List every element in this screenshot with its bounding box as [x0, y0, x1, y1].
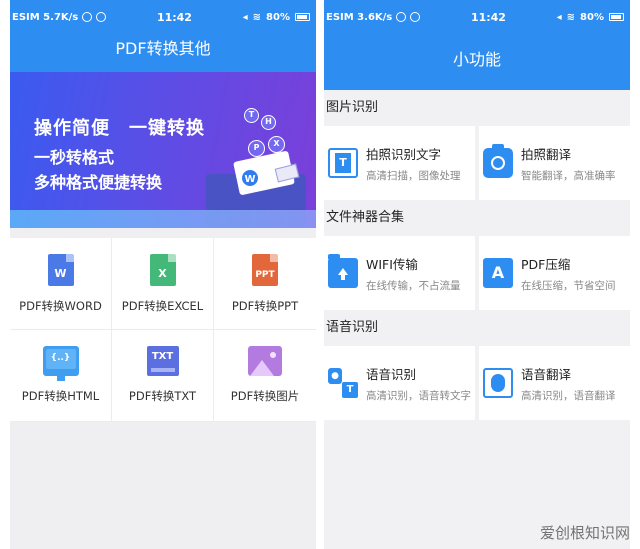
feature-desc: 高清识别，语音翻译 — [521, 389, 616, 402]
page-title: 小功能 — [452, 50, 501, 69]
header: ESIM 3.6K/s 11:42 ◂ ≋ 80% 小功能 — [324, 0, 630, 90]
battery-icon — [608, 13, 624, 21]
section-heading-voice-recognition: 语音识别 — [324, 310, 630, 346]
banner-line-3: 多种格式便捷转换 — [34, 173, 163, 192]
header: ESIM 5.7K/s 11:42 ◂ ≋ 80% PDF转换其他 — [10, 0, 316, 72]
banner-line-2: 一秒转格式 — [34, 148, 115, 167]
tool-pdf-to-word[interactable]: W PDF转换WORD — [10, 238, 112, 330]
feature-desc: 高清扫描，图像处理 — [366, 169, 461, 182]
mute-icon: ◂ — [242, 11, 248, 23]
word-badge-icon: W — [240, 168, 260, 188]
feature-desc: 在线压缩，节省空间 — [521, 279, 616, 292]
wifi-icon: ≋ — [566, 11, 576, 23]
carrier-speed: ESIM 5.7K/s — [12, 11, 79, 23]
section-image-recognition: T 拍照识别文字 高清扫描，图像处理 拍照翻译 智能翻译，高准确率 — [324, 126, 630, 200]
tool-grid: W PDF转换WORD X PDF转换EXCEL PPT PDF转换PPT {.… — [10, 238, 316, 422]
app-notification-icon — [396, 12, 407, 22]
banner-headline: 操作简便 一键转换 — [34, 118, 205, 139]
watermark: 爱创根知识网 — [539, 524, 630, 542]
tool-label: PDF转换WORD — [19, 299, 102, 313]
feature-name: 语音识别 — [366, 366, 417, 382]
photo-text-recognition-icon: T — [328, 148, 358, 178]
feature-name: 拍照翻译 — [521, 146, 572, 162]
status-time: 11:42 — [470, 10, 506, 24]
ppt-file-icon: PPT — [252, 254, 278, 286]
tool-label: PDF转换图片 — [230, 389, 300, 403]
promo-banner[interactable]: 操作简便 一键转换 一秒转格式 多种格式便捷转换 T H P X W — [10, 72, 316, 228]
feature-wifi-transfer[interactable]: WIFI传输 在线传输，不占流量 — [324, 236, 475, 310]
tool-label: PDF转换EXCEL — [121, 299, 204, 313]
microphone-icon — [483, 368, 513, 398]
divider — [10, 228, 316, 238]
feature-name: WIFI传输 — [366, 256, 418, 272]
app-notification-icon — [82, 12, 93, 22]
html-monitor-icon: {..} — [42, 346, 79, 381]
feature-voice-recognition[interactable]: ● T 语音识别 高清识别，语音转文字 — [324, 346, 475, 420]
tool-pdf-to-excel[interactable]: X PDF转换EXCEL — [112, 238, 214, 330]
section-voice-recognition: ● T 语音识别 高清识别，语音转文字 语音翻译 高清识别，语音翻译 — [324, 346, 630, 420]
feature-name: 拍照识别文字 — [366, 146, 442, 162]
tool-pdf-to-txt[interactable]: TXT PDF转换TXT — [112, 330, 214, 422]
wifi-icon: ≋ — [252, 11, 262, 23]
battery-percent: 80% — [580, 11, 604, 23]
pdf-icon: A — [483, 258, 513, 288]
feature-photo-translate[interactable]: 拍照翻译 智能翻译，高准确率 — [479, 126, 630, 200]
feature-name: PDF压缩 — [521, 256, 571, 272]
battery-icon — [294, 13, 310, 21]
excel-file-icon: X — [149, 254, 176, 286]
left-phone-screen: ESIM 5.7K/s 11:42 ◂ ≋ 80% PDF转换其他 操作简便 一… — [10, 0, 316, 549]
carrier-speed: ESIM 3.6K/s — [326, 11, 393, 23]
status-bar: ESIM 3.6K/s 11:42 ◂ ≋ 80% — [324, 0, 630, 34]
letter-h-bubble-icon: H — [261, 115, 276, 130]
tool-label: PDF转换TXT — [128, 389, 197, 403]
voice-to-text-icon: ● T — [328, 368, 358, 398]
feature-photo-text-recognition[interactable]: T 拍照识别文字 高清扫描，图像处理 — [324, 126, 475, 200]
word-file-icon: W — [47, 254, 74, 286]
battery-percent: 80% — [266, 11, 290, 23]
tool-pdf-to-html[interactable]: {..} PDF转换HTML — [10, 330, 112, 422]
tool-label: PDF转换PPT — [231, 299, 299, 313]
tool-pdf-to-ppt[interactable]: PPT PDF转换PPT — [214, 238, 316, 330]
section-heading-file-tools: 文件神器合集 — [324, 200, 630, 236]
qq-icon — [96, 12, 107, 22]
camera-icon — [483, 144, 513, 178]
feature-voice-translate[interactable]: 语音翻译 高清识别，语音翻译 — [479, 346, 630, 420]
qq-icon — [410, 12, 421, 22]
banner-wave — [10, 210, 316, 228]
section-file-tools: WIFI传输 在线传输，不占流量 A PDF压缩 在线压缩，节省空间 — [324, 236, 630, 310]
right-phone-screen: ESIM 3.6K/s 11:42 ◂ ≋ 80% 小功能 图片识别 T 拍照识… — [324, 0, 630, 549]
image-file-icon — [248, 346, 282, 376]
section-heading-image-recognition: 图片识别 — [324, 90, 630, 126]
mute-icon: ◂ — [556, 11, 562, 23]
folder-upload-icon — [328, 254, 358, 288]
tool-label: PDF转换HTML — [21, 389, 100, 403]
letter-p-bubble-icon: P — [248, 140, 265, 157]
tool-pdf-to-image[interactable]: PDF转换图片 — [214, 330, 316, 422]
txt-file-icon: TXT — [146, 346, 179, 376]
feature-name: 语音翻译 — [521, 366, 572, 382]
status-time: 11:42 — [156, 10, 192, 24]
feature-desc: 智能翻译，高准确率 — [521, 169, 616, 182]
feature-desc: 在线传输，不占流量 — [366, 279, 461, 292]
feature-desc: 高清识别，语音转文字 — [366, 389, 471, 402]
status-bar: ESIM 5.7K/s 11:42 ◂ ≋ 80% — [10, 0, 316, 34]
letter-x-bubble-icon: X — [268, 136, 285, 153]
letter-t-bubble-icon: T — [244, 108, 259, 123]
page-title: PDF转换其他 — [115, 39, 211, 58]
feature-pdf-compress[interactable]: A PDF压缩 在线压缩，节省空间 — [479, 236, 630, 310]
